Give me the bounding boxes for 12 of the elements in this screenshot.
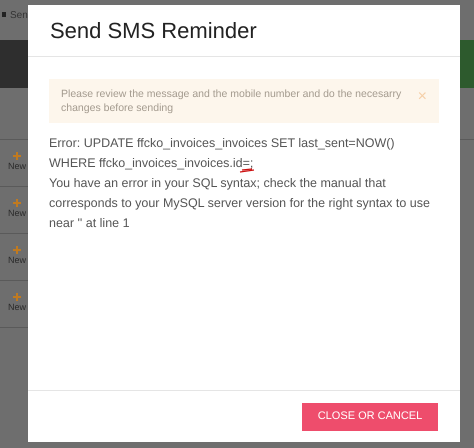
- underline-mark: [239, 168, 256, 173]
- cancel-button[interactable]: CLOSE OR CANCEL: [302, 402, 438, 430]
- alert-message: Please review the message and the mobile number and do the necesarry changes before sending: [61, 87, 402, 115]
- tab-label[interactable]: Sen: [10, 8, 28, 23]
- dialog-title: Send SMS Reminder: [50, 17, 257, 45]
- plus-icon: [13, 246, 21, 254]
- error-message: You have an error in your SQL syntax; check the manual that corresponds to your MySQL server version for the right syntax to use near '' at line 1: [49, 175, 431, 232]
- plus-icon: [13, 199, 21, 208]
- plus-icon: [13, 152, 21, 160]
- error-query: Error: UPDATE ffcko_invoices_invoices SET last_sent=NOW() WHERE ffcko_invoices_invoices.id=;: [49, 133, 439, 173]
- plus-icon: [13, 293, 21, 302]
- tab-icon: [2, 12, 6, 17]
